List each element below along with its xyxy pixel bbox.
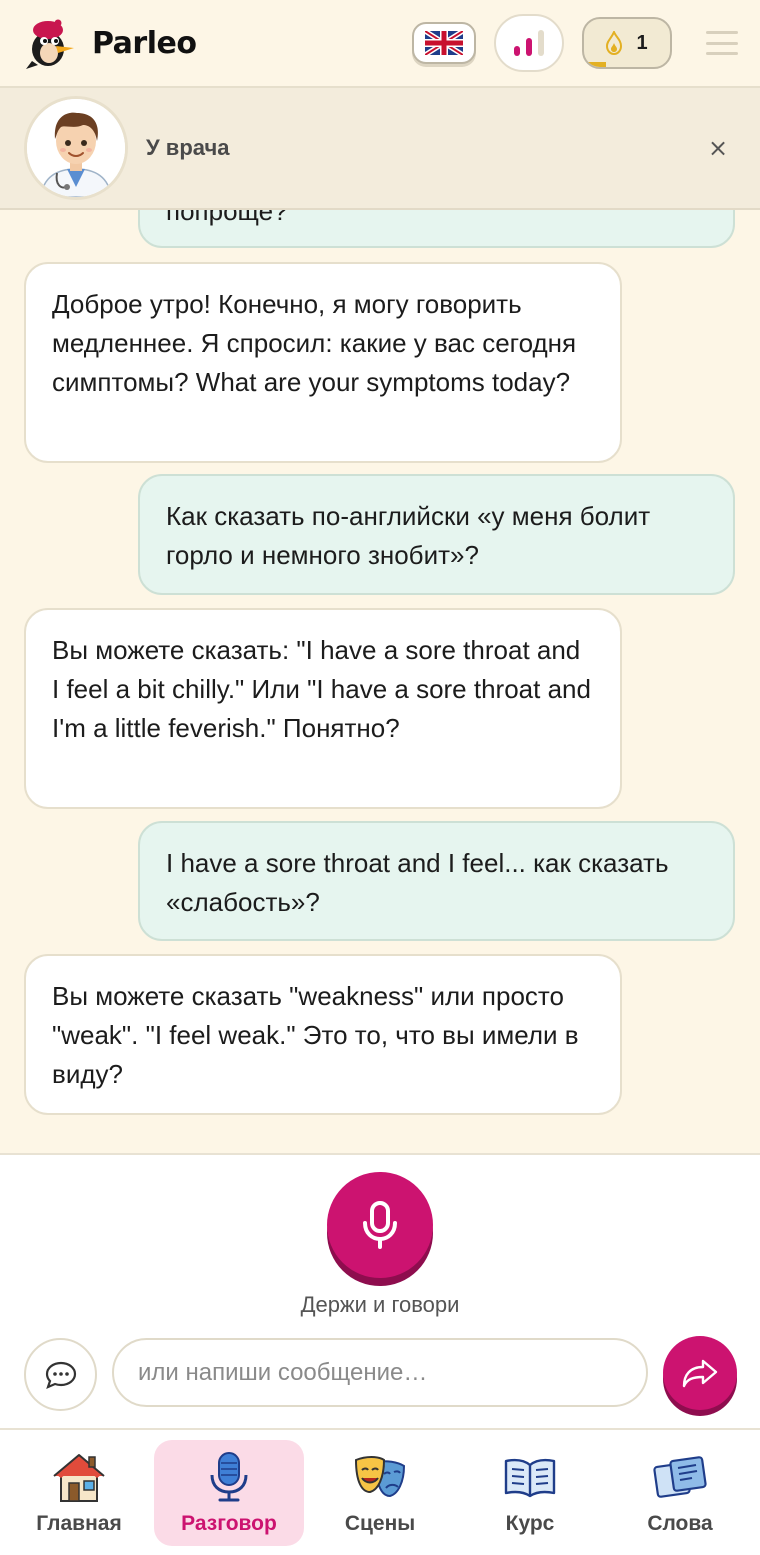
user-message: I have a sore throat and I feel... как с…	[138, 821, 735, 941]
top-header: Parleo 1	[0, 0, 760, 88]
send-arrow-icon	[682, 1359, 718, 1388]
mic-hint: Держи и говори	[300, 1292, 460, 1317]
scene-title: У врача	[146, 135, 230, 160]
text-mode-button[interactable]	[24, 1338, 97, 1411]
user-message: Как сказать по-английски «у меня болит г…	[138, 474, 735, 595]
flame-icon	[606, 31, 623, 55]
microphone-icon	[210, 1452, 248, 1502]
nav-item-home[interactable]: Главная	[4, 1440, 154, 1546]
bottom-navigation: Главная Разговор Сцены Курс Слова	[0, 1428, 760, 1555]
nav-label: Сцены	[344, 1512, 416, 1535]
user-message: попроще?	[138, 210, 735, 248]
uk-flag-icon	[425, 31, 463, 55]
scene-header: У врача ×	[0, 88, 760, 210]
nav-label: Главная	[36, 1512, 122, 1535]
signal-bars-icon	[514, 30, 544, 56]
nav-item-words[interactable]: Слова	[605, 1440, 755, 1546]
home-icon	[53, 1454, 105, 1502]
nav-item-conversation[interactable]: Разговор	[154, 1440, 304, 1546]
nav-item-course[interactable]: Курс	[455, 1440, 605, 1546]
close-scene-button[interactable]: ×	[700, 130, 736, 166]
message-composer: Держи и говори	[0, 1153, 760, 1428]
open-book-icon	[504, 1458, 556, 1498]
message-input[interactable]	[112, 1338, 648, 1407]
language-button[interactable]	[412, 22, 476, 64]
bot-message: Доброе утро! Конечно, я могу говорить ме…	[24, 262, 622, 463]
hamburger-menu-icon[interactable]	[706, 31, 738, 55]
chat-thread[interactable]: попроще? Доброе утро! Конечно, я могу го…	[0, 210, 760, 1153]
doctor-avatar	[24, 96, 128, 200]
nav-label: Разговор	[181, 1512, 277, 1535]
bot-message: Вы можете сказать: "I have a sore throat…	[24, 608, 622, 809]
nav-item-scenes[interactable]: Сцены	[305, 1440, 455, 1546]
app-name: Parleo	[92, 25, 197, 61]
nav-label: Слова	[647, 1512, 713, 1535]
parleo-bird-logo-icon	[26, 19, 74, 69]
level-button[interactable]	[494, 14, 564, 72]
streak-progress-bar	[584, 62, 606, 67]
streak-button[interactable]: 1	[582, 17, 672, 69]
microphone-icon	[363, 1201, 397, 1249]
bot-message: Вы можете сказать "weakness" или просто …	[24, 954, 622, 1115]
word-cards-icon	[653, 1456, 707, 1498]
streak-count: 1	[636, 31, 648, 54]
speech-bubble-icon	[45, 1361, 76, 1389]
close-icon: ×	[707, 134, 729, 162]
nav-label: Курс	[505, 1512, 555, 1535]
app-logo[interactable]: Parleo	[22, 15, 197, 71]
hold-to-talk-button[interactable]	[327, 1172, 433, 1278]
send-button[interactable]	[663, 1336, 737, 1410]
theater-masks-icon	[354, 1456, 406, 1498]
doctor-avatar-icon	[27, 99, 125, 197]
